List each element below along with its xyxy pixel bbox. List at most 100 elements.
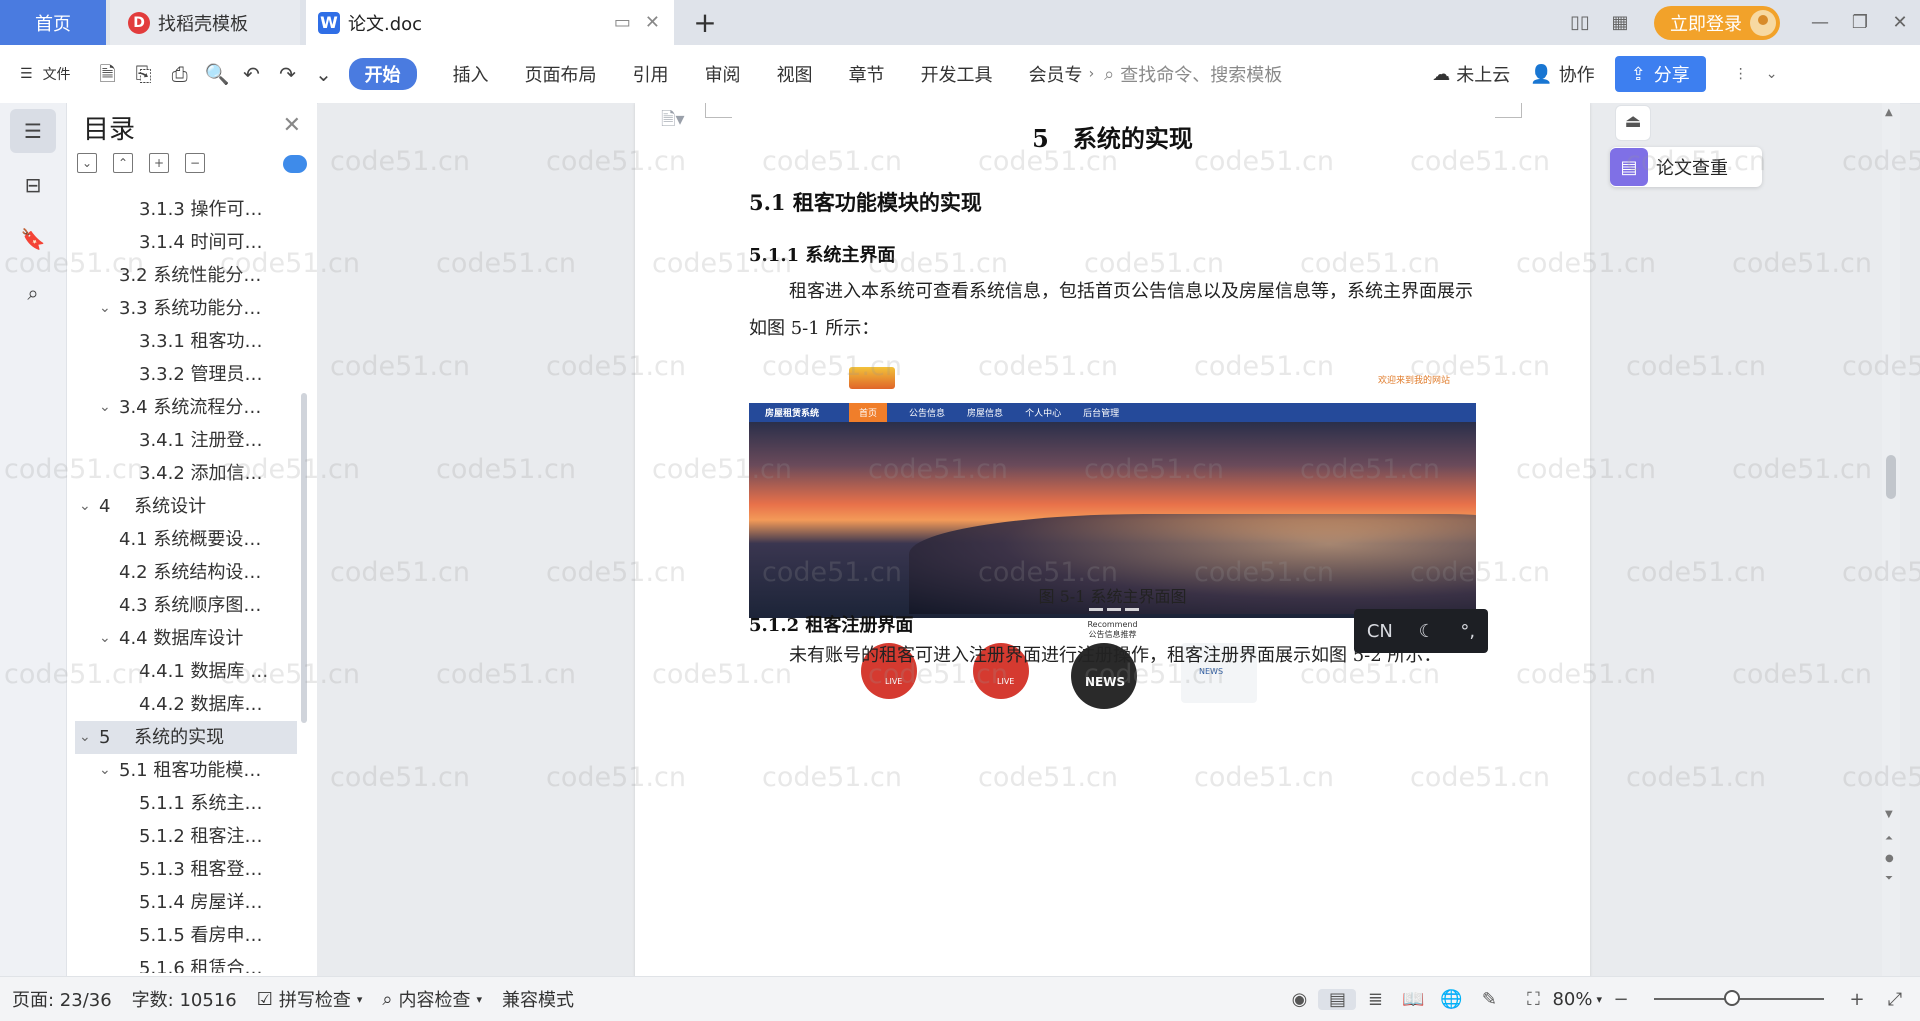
toc-item[interactable]: 3.1.3 操作可… [75,193,297,226]
bookmark-icon[interactable]: 🔖 [10,217,56,261]
close-window-icon[interactable]: ✕ [1880,12,1920,33]
toc-item[interactable]: ⌄ 4 系统设计 [75,490,297,523]
pen-icon[interactable]: ✎ [1470,989,1508,1010]
pin-tab-icon[interactable]: ▭ [614,12,631,33]
expand-all-icon[interactable]: ⌄ [77,153,97,173]
toc-item[interactable]: ⌄ 5.1 租客功能模… [75,754,297,787]
toc-item[interactable]: ⌄ 3.4 系统流程分… [75,391,297,424]
chevron-down-icon[interactable]: ⌄ [99,754,111,787]
select-browse-icon[interactable]: ● [1885,853,1894,864]
toc-item[interactable]: 5.1.5 看房申… [75,919,297,952]
toc-panel-icon[interactable]: ☰ [10,109,56,153]
toc-item[interactable]: 3.4.2 添加信… [75,457,297,490]
page-indicator[interactable]: 页面: 23/36 [12,986,112,1012]
content-check-button[interactable]: ⌕ 内容检查 ▾ [382,986,482,1012]
zoom-out-icon[interactable]: − [1602,989,1640,1010]
ribbon-tab-review[interactable]: 审阅 [705,61,741,87]
restore-icon[interactable]: ❐ [1840,12,1880,33]
next-page-icon[interactable]: ⏷ [1885,873,1893,884]
close-tab-icon[interactable]: ✕ [645,12,660,33]
chevron-down-icon[interactable]: ⌄ [99,391,111,424]
remove-heading-icon[interactable]: − [185,153,205,173]
ribbon-tab-layout[interactable]: 页面布局 [525,61,597,87]
reading-view-icon[interactable]: 📖 [1394,989,1432,1010]
toc-item[interactable]: 4.1 系统概要设… [75,523,297,556]
toc-item[interactable]: 5.1.3 租客登… [75,853,297,886]
toc-item[interactable]: 3.2 系统性能分… [75,259,297,292]
zoom-slider-knob[interactable] [1724,990,1741,1006]
collapse-all-icon[interactable]: ⌃ [113,153,133,173]
spell-check-button[interactable]: ☑ 拼写检查 ▾ [257,986,363,1012]
chevron-down-icon[interactable]: ⌄ [99,622,111,655]
toc-item[interactable]: 5.1.4 房屋详… [75,886,297,919]
new-tab-button[interactable]: + [690,0,720,45]
ai-assistant-icon[interactable] [283,155,307,173]
scroll-down-icon[interactable]: ▼ [1885,809,1893,820]
cloud-status[interactable]: ☁ 未上云 [1432,61,1510,87]
chevron-down-icon[interactable]: ⌄ [313,63,335,85]
ribbon-tab-chapter[interactable]: 章节 [849,61,885,87]
chevron-down-icon[interactable]: ⌄ [79,721,91,754]
toc-item[interactable]: ⌄ 4.4 数据库设计 [75,622,297,655]
file-menu[interactable]: ☰ 文件 [20,64,71,84]
compatibility-mode[interactable]: 兼容模式 [502,986,574,1012]
zoom-level[interactable]: 80% [1552,989,1592,1010]
toc-item[interactable]: ⌄ 5 系统的实现 [75,721,297,754]
print-icon[interactable]: ⎙ [169,63,191,85]
toc-scrollbar[interactable] [301,393,307,723]
ribbon-tab-developer[interactable]: 开发工具 [921,61,993,87]
chevron-down-icon[interactable]: ⌄ [79,490,91,523]
collaborate-button[interactable]: 👤 协作 [1530,61,1594,87]
toc-item[interactable]: 3.4.1 注册登… [75,424,297,457]
ribbon-tab-view[interactable]: 视图 [777,61,813,87]
zoom-in-icon[interactable]: + [1838,989,1876,1010]
export-pdf-icon[interactable]: ⎘ [133,63,155,85]
toc-item[interactable]: 5.1.2 租客注… [75,820,297,853]
fit-page-icon[interactable]: ⛶ [1514,989,1552,1010]
redo-icon[interactable]: ↷ [277,63,299,85]
login-button[interactable]: 立即登录 [1654,5,1780,40]
command-search[interactable]: ⌕ 查找命令、搜索模板 [1104,61,1282,87]
minimize-icon[interactable]: — [1800,12,1840,33]
close-icon[interactable]: ✕ [283,113,301,138]
fullscreen-icon[interactable]: ⤢ [1876,989,1914,1010]
add-heading-icon[interactable]: + [149,153,169,173]
ribbon-tab-start[interactable]: 开始 [348,58,417,90]
undo-icon[interactable]: ↶ [241,63,263,85]
scroll-up-icon[interactable]: ▲ [1885,107,1893,118]
apps-grid-icon[interactable]: ▦ [1600,12,1640,33]
scrollbar-thumb[interactable] [1886,455,1896,499]
chevron-down-icon[interactable]: ⌄ [99,292,111,325]
toc-item[interactable]: 3.3.2 管理员… [75,358,297,391]
chapter-nav-icon[interactable]: ⊟ [10,163,56,207]
prev-page-icon[interactable]: ⏶ [1885,833,1893,844]
plagiarism-check-button[interactable]: ▤ 论文查重 [1610,147,1762,187]
toc-item[interactable]: 5.1.6 租赁合… [75,952,297,973]
find-icon[interactable]: ⌕ [10,271,56,315]
zoom-slider[interactable] [1654,990,1824,1006]
document-page[interactable]: 🗎▾ 5 系统的实现 5.1 租客功能模块的实现 5.1.1 系统主界面 租客进… [635,103,1590,976]
tab-daoke-templates[interactable]: D 找稻壳模板 [110,0,300,45]
toc-item[interactable]: 4.2 系统结构设… [75,556,297,589]
chevron-right-icon[interactable]: › [1089,66,1095,82]
toc-item[interactable]: 3.3.1 租客功… [75,325,297,358]
tab-document[interactable]: W 论文.doc ▭ ✕ [306,0,674,45]
input-method-bar[interactable]: CN ☾ °, [1354,609,1488,653]
ribbon-tab-insert[interactable]: 插入 [453,61,489,87]
tab-home[interactable]: 首页 [0,0,106,45]
toc-item[interactable]: 4.4.1 数据库 … [75,655,297,688]
toc-item[interactable]: 4.4.2 数据库… [75,688,297,721]
more-icon[interactable]: ⋮ [1734,66,1748,82]
ribbon-tab-member[interactable]: 会员专 [1029,61,1083,87]
toc-item[interactable]: 4.3 系统顺序图… [75,589,297,622]
eye-protection-icon[interactable]: ◉ [1280,989,1318,1010]
save-icon[interactable]: 🗎 [97,63,119,85]
toc-item[interactable]: ⌄ 3.3 系统功能分… [75,292,297,325]
layout-switch-icon[interactable]: ▯▯ [1560,12,1600,33]
toc-item[interactable]: 3.1.4 时间可… [75,226,297,259]
outline-view-icon[interactable]: ≣ [1356,989,1394,1010]
ribbon-tab-references[interactable]: 引用 [633,61,669,87]
share-button[interactable]: ⇪ 分享 [1614,56,1706,92]
page-view-icon[interactable]: ▤ [1318,988,1357,1010]
vertical-scrollbar[interactable]: ▲ ▼ ⏶ ● ⏷ [1882,103,1900,976]
